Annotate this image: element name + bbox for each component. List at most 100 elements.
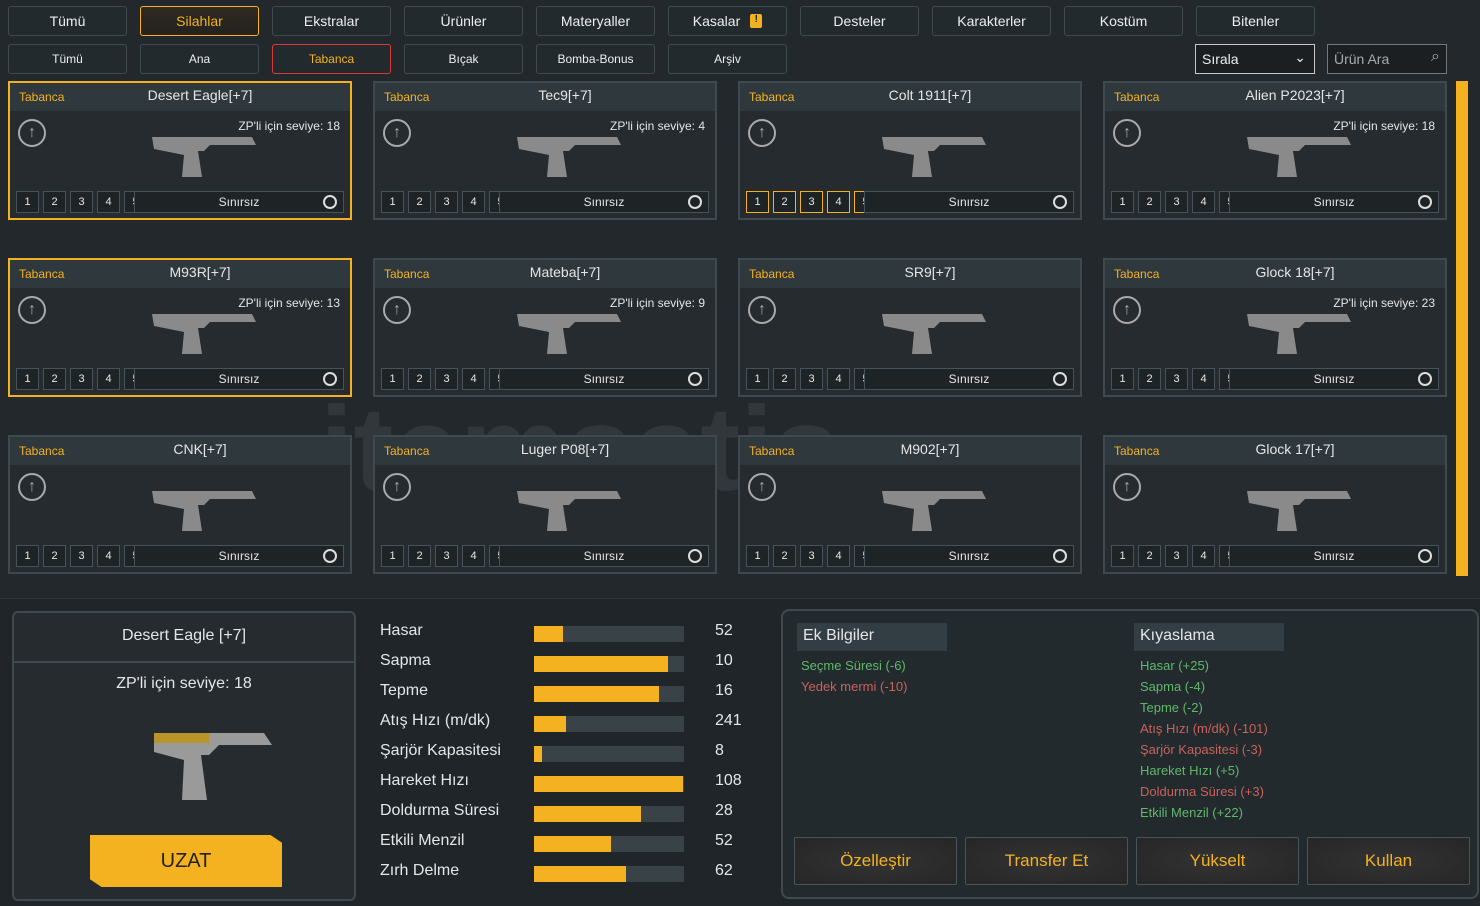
slot-4[interactable]: 4 — [827, 368, 850, 390]
slot-4[interactable]: 4 — [97, 191, 120, 213]
subtab-5[interactable]: Arşiv — [668, 44, 787, 74]
tab-5[interactable]: Kasalar! — [668, 6, 787, 36]
search-input[interactable]: Ürün Ara ⌕ — [1327, 44, 1447, 74]
slot-4[interactable]: 4 — [97, 545, 120, 567]
slot-2[interactable]: 2 — [408, 368, 431, 390]
upgrade-icon[interactable]: ↑ — [1113, 296, 1141, 324]
slot-2[interactable]: 2 — [1138, 368, 1161, 390]
slot-2[interactable]: 2 — [773, 191, 796, 213]
slot-2[interactable]: 2 — [43, 545, 66, 567]
slot-3[interactable]: 3 — [1165, 191, 1188, 213]
slot-4[interactable]: 4 — [827, 191, 850, 213]
clock-icon — [323, 372, 337, 386]
slot-1[interactable]: 1 — [16, 191, 39, 213]
upgrade-icon[interactable]: ↑ — [18, 296, 46, 324]
item-card[interactable]: TabancaSR9[+7]↑123456Sınırsız — [738, 258, 1082, 397]
slot-1[interactable]: 1 — [16, 545, 39, 567]
slot-3[interactable]: 3 — [1165, 545, 1188, 567]
upgrade-icon[interactable]: ↑ — [748, 296, 776, 324]
slot-2[interactable]: 2 — [1138, 191, 1161, 213]
slot-1[interactable]: 1 — [1111, 368, 1134, 390]
slot-3[interactable]: 3 — [435, 191, 458, 213]
subtab-2[interactable]: Tabanca — [272, 44, 391, 74]
item-card[interactable]: Tabanca M93R[+7] ↑ ZP'li için seviye: 13 1 2 3… — [8, 258, 352, 397]
card-name: Mateba[+7] — [529, 264, 601, 280]
slot-1[interactable]: 1 — [16, 368, 39, 390]
tab-7[interactable]: Karakterler — [932, 6, 1051, 36]
slot-4[interactable]: 4 — [462, 368, 485, 390]
slot-3[interactable]: 3 — [70, 368, 93, 390]
upgrade-icon[interactable]: ↑ — [383, 473, 411, 501]
upgrade-icon[interactable]: ↑ — [18, 119, 46, 147]
slot-3[interactable]: 3 — [70, 545, 93, 567]
item-card[interactable]: Tabanca Mateba[+7] ↑ ZP'li için seviye: 9 12… — [373, 258, 717, 397]
item-card[interactable]: TabancaLuger P08[+7]↑123456Sınırsız — [373, 435, 717, 574]
slot-1[interactable]: 1 — [381, 368, 404, 390]
slot-2[interactable]: 2 — [408, 191, 431, 213]
upgrade-icon[interactable]: ↑ — [748, 119, 776, 147]
slot-4[interactable]: 4 — [1192, 191, 1215, 213]
tab-6[interactable]: Desteler — [800, 6, 919, 36]
upgrade-icon[interactable]: ↑ — [383, 119, 411, 147]
slot-1[interactable]: 1 — [1111, 545, 1134, 567]
tab-0[interactable]: Tümü — [8, 6, 127, 36]
slot-4[interactable]: 4 — [827, 545, 850, 567]
slot-4[interactable]: 4 — [462, 191, 485, 213]
slot-2[interactable]: 2 — [773, 368, 796, 390]
action-button-3[interactable]: Kullan — [1307, 837, 1470, 885]
tab-9[interactable]: Bitenler — [1196, 6, 1315, 36]
action-button-2[interactable]: Yükselt — [1136, 837, 1299, 885]
item-card[interactable]: TabancaGlock 17[+7]↑123456Sınırsız — [1103, 435, 1447, 574]
slot-4[interactable]: 4 — [1192, 545, 1215, 567]
tab-1[interactable]: Silahlar — [140, 6, 259, 36]
item-card[interactable]: Tabanca Glock 18[+7] ↑ ZP'li için seviye: 2… — [1103, 258, 1447, 397]
slot-3[interactable]: 3 — [70, 191, 93, 213]
slot-2[interactable]: 2 — [773, 545, 796, 567]
slot-3[interactable]: 3 — [800, 191, 823, 213]
action-button-1[interactable]: Transfer Et — [965, 837, 1128, 885]
extend-button[interactable]: UZAT — [90, 835, 282, 887]
slot-1[interactable]: 1 — [1111, 191, 1134, 213]
upgrade-icon[interactable]: ↑ — [1113, 473, 1141, 501]
slot-4[interactable]: 4 — [97, 368, 120, 390]
subtab-0[interactable]: Tümü — [8, 44, 127, 74]
slot-4[interactable]: 4 — [462, 545, 485, 567]
slot-3[interactable]: 3 — [435, 368, 458, 390]
upgrade-icon[interactable]: ↑ — [383, 296, 411, 324]
upgrade-icon[interactable]: ↑ — [1113, 119, 1141, 147]
slot-2[interactable]: 2 — [43, 368, 66, 390]
action-button-0[interactable]: Özelleştir — [794, 837, 957, 885]
tab-3[interactable]: Ürünler — [404, 6, 523, 36]
slot-1[interactable]: 1 — [381, 545, 404, 567]
subtab-1[interactable]: Ana — [140, 44, 259, 74]
slot-2[interactable]: 2 — [43, 191, 66, 213]
upgrade-icon[interactable]: ↑ — [748, 473, 776, 501]
slot-1[interactable]: 1 — [746, 368, 769, 390]
item-card[interactable]: Tabanca Desert Eagle[+7] ↑ ZP'li için seviy… — [8, 81, 352, 220]
slot-3[interactable]: 3 — [800, 545, 823, 567]
tab-8[interactable]: Kostüm — [1064, 6, 1183, 36]
slot-2[interactable]: 2 — [408, 545, 431, 567]
item-card[interactable]: TabancaColt 1911[+7]↑123456Sınırsız — [738, 81, 1082, 220]
subtab-4[interactable]: Bomba-Bonus — [536, 44, 655, 74]
slot-3[interactable]: 3 — [1165, 368, 1188, 390]
duration-label: Sınırsız — [218, 549, 260, 563]
tab-label: Desteler — [833, 13, 886, 29]
slot-3[interactable]: 3 — [435, 545, 458, 567]
item-card[interactable]: TabancaM902[+7]↑123456Sınırsız — [738, 435, 1082, 574]
scrollbar[interactable] — [1456, 81, 1468, 576]
subtab-3[interactable]: Bıçak — [404, 44, 523, 74]
slot-1[interactable]: 1 — [746, 545, 769, 567]
tab-2[interactable]: Ekstralar — [272, 6, 391, 36]
slot-1[interactable]: 1 — [746, 191, 769, 213]
item-card[interactable]: Tabanca Alien P2023[+7] ↑ ZP'li için seviye… — [1103, 81, 1447, 220]
tab-4[interactable]: Materyaller — [536, 6, 655, 36]
item-card[interactable]: Tabanca Tec9[+7] ↑ ZP'li için seviye: 4 1234… — [373, 81, 717, 220]
sort-dropdown[interactable]: Sırala ⌄ — [1195, 44, 1315, 74]
item-card[interactable]: TabancaCNK[+7]↑123456Sınırsız — [8, 435, 352, 574]
slot-2[interactable]: 2 — [1138, 545, 1161, 567]
slot-3[interactable]: 3 — [800, 368, 823, 390]
slot-4[interactable]: 4 — [1192, 368, 1215, 390]
upgrade-icon[interactable]: ↑ — [18, 473, 46, 501]
slot-1[interactable]: 1 — [381, 191, 404, 213]
